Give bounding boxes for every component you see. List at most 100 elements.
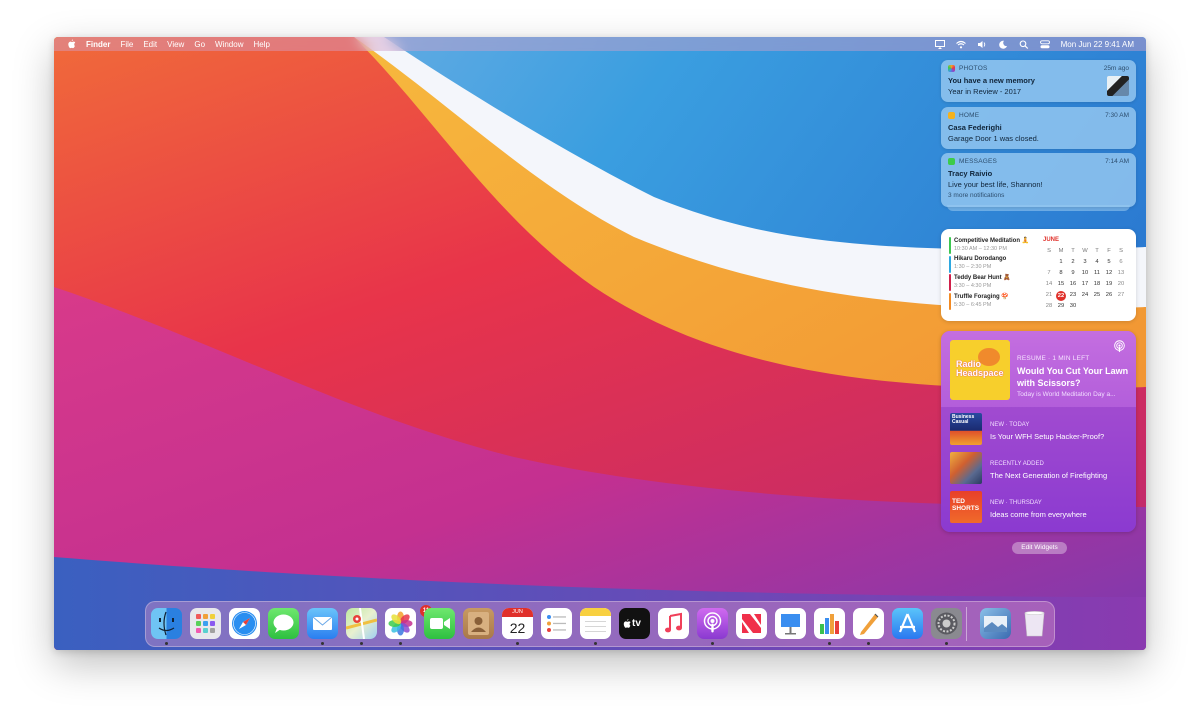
- menu-bar: Finder File Edit View Go Window Help Mon…: [54, 37, 1146, 51]
- dock-separator: [966, 607, 967, 641]
- downloads-stack-icon[interactable]: [980, 608, 1011, 639]
- episode-artwork-title: TED SHORTS: [952, 498, 980, 512]
- numbers-icon[interactable]: [814, 608, 845, 639]
- menu-file[interactable]: File: [120, 40, 133, 49]
- calendar-day[interactable]: 23: [1067, 290, 1079, 301]
- dock: 11: [145, 601, 1055, 647]
- calendar-day[interactable]: 13: [1115, 268, 1127, 279]
- episode-label: NEW · THURSDAY: [990, 500, 1042, 506]
- calendar-day[interactable]: 4: [1091, 257, 1103, 268]
- tv-icon[interactable]: tv: [619, 608, 650, 639]
- calendar-day[interactable]: 9: [1067, 268, 1079, 279]
- finder-icon[interactable]: [151, 608, 182, 639]
- menu-clock[interactable]: Mon Jun 22 9:41 AM: [1061, 40, 1134, 49]
- calendar-day[interactable]: 27: [1115, 290, 1127, 301]
- episode-artwork-title: Business Casual: [952, 414, 975, 425]
- podcasts-app-icon[interactable]: [697, 608, 728, 639]
- menu-view[interactable]: View: [167, 40, 184, 49]
- calendar-day[interactable]: 15: [1055, 279, 1067, 290]
- calendar-day[interactable]: 5: [1103, 257, 1115, 268]
- calendar-day[interactable]: 3: [1079, 257, 1091, 268]
- safari-icon[interactable]: [229, 608, 260, 639]
- running-indicator: [711, 642, 714, 645]
- calendar-day[interactable]: 14: [1043, 279, 1055, 290]
- calendar-day[interactable]: 25: [1091, 290, 1103, 301]
- episode-artwork: TED SHORTS: [950, 491, 982, 523]
- calendar-day[interactable]: 22: [1056, 290, 1066, 301]
- podcast-episode[interactable]: Business Casual NEW · TODAY Is Your WFH …: [950, 413, 1130, 447]
- podcasts-icon: [1114, 340, 1125, 353]
- apple-icon[interactable]: [67, 39, 76, 49]
- pages-icon[interactable]: [853, 608, 884, 639]
- calendar-day[interactable]: 16: [1067, 279, 1079, 290]
- calendar-day[interactable]: 6: [1115, 257, 1127, 268]
- calendar-day[interactable]: 17: [1079, 279, 1091, 290]
- facetime-icon[interactable]: [424, 608, 455, 639]
- news-icon[interactable]: [736, 608, 767, 639]
- mail-icon[interactable]: [307, 608, 338, 639]
- calendar-day[interactable]: 20: [1115, 279, 1127, 290]
- keynote-icon[interactable]: [775, 608, 806, 639]
- calendar-day[interactable]: 30: [1067, 301, 1079, 312]
- more-notifications-label[interactable]: 3 more notifications: [948, 192, 1129, 199]
- calendar-day[interactable]: 1: [1055, 257, 1067, 268]
- notification-photos[interactable]: PHOTOS 25m ago You have a new memory Yea…: [941, 60, 1136, 102]
- maps-icon[interactable]: [346, 608, 377, 639]
- episode-artwork: [950, 452, 982, 484]
- running-indicator: [399, 642, 402, 645]
- calendar-day[interactable]: 28: [1043, 301, 1055, 312]
- wifi-icon[interactable]: [955, 40, 966, 49]
- menu-finder[interactable]: Finder: [86, 40, 110, 49]
- menu-edit[interactable]: Edit: [143, 40, 157, 49]
- volume-icon[interactable]: [977, 40, 987, 49]
- edit-widgets-button[interactable]: Edit Widgets: [1012, 542, 1067, 554]
- calendar-day[interactable]: 24: [1079, 290, 1091, 301]
- event-color-bar: [949, 256, 951, 273]
- podcast-now-playing[interactable]: Radio Headspace RESUME · 1 MIN LEFT Woul…: [941, 331, 1136, 407]
- episode-title: Is Your WFH Setup Hacker-Proof?: [990, 432, 1105, 441]
- menu-help[interactable]: Help: [253, 40, 269, 49]
- calendar-day[interactable]: 18: [1091, 279, 1103, 290]
- running-indicator: [165, 642, 168, 645]
- calendar-event[interactable]: Hikaru Dorodango 1:30 – 2:30 PM: [949, 256, 1037, 273]
- contacts-icon[interactable]: [463, 608, 494, 639]
- display-icon[interactable]: [934, 39, 945, 49]
- calendar-widget[interactable]: Competitive Meditation 🧘 10:30 AM – 12:3…: [941, 229, 1136, 321]
- podcast-episode[interactable]: TED SHORTS NEW · THURSDAY Ideas come fro…: [950, 491, 1130, 525]
- calendar-day[interactable]: 26: [1103, 290, 1115, 301]
- podcast-episode[interactable]: RECENTLY ADDED The Next Generation of Fi…: [950, 452, 1130, 486]
- notification-home[interactable]: HOME 7:30 AM Casa Federighi Garage Door …: [941, 107, 1136, 149]
- do-not-disturb-icon[interactable]: [998, 40, 1008, 49]
- calendar-app-icon[interactable]: JUN 22: [502, 608, 533, 639]
- podcasts-widget[interactable]: Radio Headspace RESUME · 1 MIN LEFT Woul…: [941, 331, 1136, 532]
- photos-icon[interactable]: [385, 608, 416, 639]
- calendar-day[interactable]: 29: [1055, 301, 1067, 312]
- calendar-event[interactable]: Truffle Foraging 🍄 5:30 – 6:45 PM: [949, 293, 1037, 310]
- reminders-icon[interactable]: [541, 608, 572, 639]
- calendar-day[interactable]: 7: [1043, 268, 1055, 279]
- calendar-day[interactable]: 12: [1103, 268, 1115, 279]
- app-store-icon[interactable]: [892, 608, 923, 639]
- music-icon[interactable]: [658, 608, 689, 639]
- notification-messages[interactable]: MESSAGES 7:14 AM Tracy Raivio Live your …: [941, 153, 1136, 207]
- calendar-day: [1103, 301, 1115, 312]
- system-preferences-icon[interactable]: [931, 608, 962, 639]
- calendar-day[interactable]: 8: [1055, 268, 1067, 279]
- search-icon[interactable]: [1019, 39, 1029, 49]
- calendar-day[interactable]: 19: [1103, 279, 1115, 290]
- calendar-event[interactable]: Competitive Meditation 🧘 10:30 AM – 12:3…: [949, 237, 1037, 254]
- control-center-icon[interactable]: [1039, 39, 1050, 49]
- calendar-day[interactable]: 2: [1067, 257, 1079, 268]
- trash-icon[interactable]: [1019, 608, 1050, 639]
- calendar-event[interactable]: Teddy Bear Hunt 🧸 3:30 – 4:30 PM: [949, 274, 1037, 291]
- calendar-day[interactable]: 10: [1079, 268, 1091, 279]
- launchpad-icon[interactable]: [190, 608, 221, 639]
- menu-go[interactable]: Go: [194, 40, 205, 49]
- messages-icon[interactable]: [268, 608, 299, 639]
- notes-icon[interactable]: [580, 608, 611, 639]
- notification-body: Live your best life, Shannon!: [948, 180, 1043, 189]
- calendar-day[interactable]: 21: [1043, 290, 1055, 301]
- calendar-day[interactable]: 11: [1091, 268, 1103, 279]
- running-indicator: [594, 642, 597, 645]
- menu-window[interactable]: Window: [215, 40, 243, 49]
